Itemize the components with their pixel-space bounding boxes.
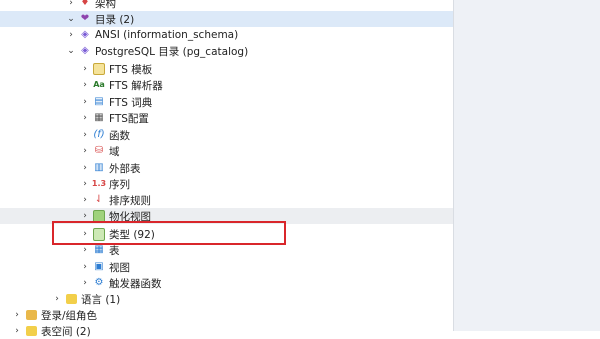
language-icon	[65, 293, 77, 305]
tree-node-label: 语言 (1)	[81, 293, 121, 306]
right-panel	[453, 0, 600, 331]
chevron-down-icon[interactable]: ⌄	[66, 11, 76, 27]
tree-node-fts-configurations[interactable]: › ▦ FTS配置	[0, 110, 453, 126]
catalog-icon: ❤	[80, 13, 90, 24]
tree-node-label: 物化视图	[109, 210, 151, 223]
chevron-right-icon[interactable]: ›	[66, 0, 76, 11]
fts-config-icon: ▦	[94, 112, 104, 123]
domain-icon: ⛁	[94, 145, 104, 156]
tree-node-schemas[interactable]: › ♦ 架构	[0, 0, 453, 11]
foreign-table-icon: ▥	[94, 162, 104, 173]
view-icon: ▣	[94, 261, 104, 272]
chevron-right-icon[interactable]: ›	[80, 259, 90, 275]
type-icon	[93, 227, 105, 241]
tree-node-functions[interactable]: › (f) 函数	[0, 127, 453, 143]
tree-node-label: 函数	[109, 129, 130, 142]
tree-node-label: 外部表	[109, 162, 141, 175]
collation-icon: ⇃	[94, 194, 104, 205]
chevron-down-icon[interactable]: ⌄	[66, 43, 76, 59]
chevron-right-icon[interactable]: ›	[12, 307, 22, 323]
tree-node-trigger-functions[interactable]: › ⚙ 触发器函数	[0, 275, 453, 291]
schema-diamond-icon: ◈	[81, 29, 89, 40]
tree-node-label: 视图	[109, 261, 130, 274]
object-browser-tree: › ♦ 架构 ⌄ ❤ 目录 (2) › ◈ ANSI (information_…	[0, 0, 453, 338]
tree-node-label: 架构	[95, 0, 116, 10]
chevron-right-icon[interactable]: ›	[80, 94, 90, 110]
tree-node-collations[interactable]: › ⇃ 排序规则	[0, 192, 453, 208]
tree-node-fts-templates[interactable]: › FTS 模板	[0, 61, 453, 77]
tree-node-label: 触发器函数	[109, 277, 162, 290]
function-icon: (f)	[93, 129, 105, 140]
tree-node-domains[interactable]: › ⛁ 域	[0, 143, 453, 159]
tree-node-label: 表	[109, 244, 120, 257]
tree-node-materialized-views[interactable]: › 物化视图	[0, 208, 453, 224]
chevron-right-icon[interactable]: ›	[66, 27, 76, 43]
tree-node-label: FTS 模板	[109, 63, 153, 76]
tree-node-catalogs[interactable]: ⌄ ❤ 目录 (2)	[0, 11, 453, 27]
chevron-right-icon[interactable]: ›	[80, 192, 90, 208]
chevron-right-icon[interactable]: ›	[80, 226, 90, 242]
fts-template-icon	[93, 63, 105, 75]
chevron-right-icon[interactable]: ›	[52, 291, 62, 307]
chevron-right-icon[interactable]: ›	[80, 160, 90, 176]
chevron-right-icon[interactable]: ›	[80, 176, 90, 192]
tree-node-label: 目录 (2)	[95, 13, 135, 26]
fts-parser-icon: Aa	[93, 80, 105, 89]
chevron-right-icon[interactable]: ›	[12, 323, 22, 339]
tree-node-languages[interactable]: › 语言 (1)	[0, 291, 453, 307]
tree-node-label: 类型 (92)	[109, 228, 155, 241]
chevron-right-icon[interactable]: ›	[80, 242, 90, 258]
tree-node-fts-parsers[interactable]: › Aa FTS 解析器	[0, 77, 453, 93]
tree-node-views[interactable]: › ▣ 视图	[0, 259, 453, 275]
tablespace-icon	[25, 325, 37, 337]
tree-node-ansi[interactable]: › ◈ ANSI (information_schema)	[0, 27, 453, 43]
schema-icon: ♦	[80, 0, 90, 8]
tree-node-pg-catalog[interactable]: ⌄ ◈ PostgreSQL 目录 (pg_catalog)	[0, 43, 453, 59]
tree-node-label: 域	[109, 145, 120, 158]
chevron-right-icon[interactable]: ›	[80, 143, 90, 159]
login-role-icon	[25, 309, 37, 321]
tree-node-tables[interactable]: › ▦ 表	[0, 242, 453, 258]
tree-node-label: FTS 解析器	[109, 79, 163, 92]
chevron-right-icon[interactable]: ›	[80, 127, 90, 143]
chevron-right-icon[interactable]: ›	[80, 208, 90, 224]
trigger-function-icon: ⚙	[94, 277, 104, 288]
tree-node-login-roles[interactable]: › 登录/组角色	[0, 307, 453, 323]
chevron-right-icon[interactable]: ›	[80, 275, 90, 291]
tree-node-foreign-tables[interactable]: › ▥ 外部表	[0, 160, 453, 176]
tree-node-label: 序列	[109, 178, 130, 191]
table-icon: ▦	[94, 244, 104, 255]
schema-diamond-icon: ◈	[81, 45, 89, 56]
tree-node-types[interactable]: › 类型 (92)	[0, 226, 453, 242]
tree-node-label: FTS配置	[109, 112, 149, 125]
chevron-right-icon[interactable]: ›	[80, 61, 90, 77]
tree-node-tablespaces[interactable]: › 表空间 (2)	[0, 323, 453, 339]
tree-node-label: ANSI (information_schema)	[95, 29, 239, 41]
tree-node-label: 排序规则	[109, 194, 151, 207]
materialized-view-icon	[93, 209, 105, 223]
tree-node-label: 表空间 (2)	[41, 325, 91, 338]
tree-node-sequences[interactable]: › 1.3 序列	[0, 176, 453, 192]
tree-node-label: PostgreSQL 目录 (pg_catalog)	[95, 45, 249, 58]
fts-dictionary-icon: ▤	[94, 96, 104, 107]
chevron-right-icon[interactable]: ›	[80, 77, 90, 93]
chevron-right-icon[interactable]: ›	[80, 110, 90, 126]
sequence-icon: 1.3	[91, 179, 107, 188]
tree-node-label: 登录/组角色	[41, 309, 98, 322]
tree-node-fts-dictionaries[interactable]: › ▤ FTS 词典	[0, 94, 453, 110]
tree-node-label: FTS 词典	[109, 96, 153, 109]
